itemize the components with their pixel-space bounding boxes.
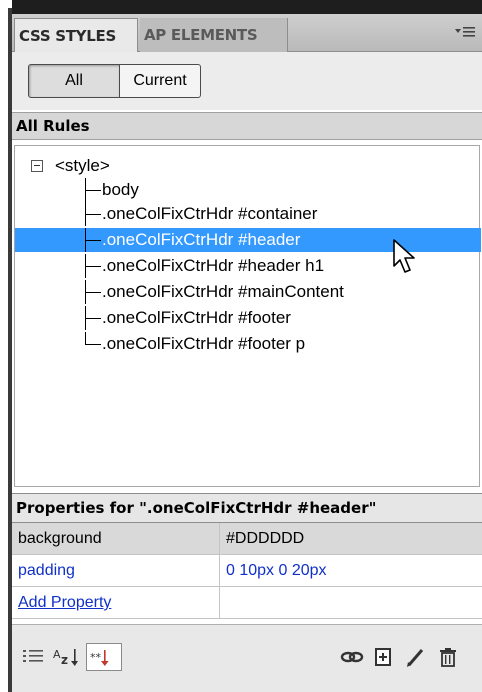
- property-name[interactable]: padding: [12, 555, 220, 586]
- property-row[interactable]: background #DDDDDD: [12, 523, 482, 555]
- rules-tree[interactable]: <style> body .oneColFixCtrHdr #container…: [14, 145, 481, 487]
- collapse-icon[interactable]: [31, 160, 43, 172]
- tree-branch-line: [85, 306, 101, 330]
- rule-label: .oneColFixCtrHdr #header h1: [102, 256, 325, 275]
- tab-css-styles[interactable]: CSS STYLES: [14, 18, 138, 52]
- delete-css-rule-icon[interactable]: [434, 643, 462, 671]
- property-value[interactable]: #DDDDDD: [220, 523, 482, 554]
- property-name[interactable]: background: [12, 523, 220, 554]
- all-rules-header: All Rules: [12, 112, 482, 140]
- rule-label: body: [102, 180, 139, 199]
- rule-label: .oneColFixCtrHdr #footer: [102, 308, 291, 327]
- tree-branch-line: [85, 178, 101, 202]
- new-css-rule-icon[interactable]: [370, 643, 398, 671]
- alphabetical-view-icon[interactable]: A z: [52, 643, 84, 671]
- bottom-toolbar: A z **: [12, 624, 482, 692]
- property-row[interactable]: Add Property: [12, 587, 482, 619]
- property-value-empty: [220, 587, 482, 618]
- tree-rule-row[interactable]: .oneColFixCtrHdr #footer p: [15, 332, 481, 356]
- panel-tab-bar: CSS STYLES AP ELEMENTS: [12, 14, 482, 52]
- properties-table: background #DDDDDD padding 0 10px 0 20px…: [12, 523, 482, 619]
- properties-header: Properties for ".oneColFixCtrHdr #header…: [12, 493, 482, 523]
- tree-root-row[interactable]: <style>: [15, 154, 481, 178]
- set-properties-view-icon[interactable]: **: [86, 643, 122, 671]
- rule-label: .oneColFixCtrHdr #header: [102, 230, 301, 249]
- attach-stylesheet-icon[interactable]: [338, 643, 366, 671]
- tree-branch-line: [85, 332, 101, 356]
- tree-rule-row[interactable]: body: [15, 178, 481, 202]
- style-root-label: <style>: [55, 156, 110, 175]
- window-margin: [0, 0, 8, 692]
- edit-style-icon[interactable]: [402, 643, 430, 671]
- tree-branch-line: [85, 280, 101, 304]
- tree-branch-line: [85, 202, 101, 226]
- tree-rule-row[interactable]: .oneColFixCtrHdr #mainContent: [15, 280, 481, 304]
- tree-rule-row[interactable]: .oneColFixCtrHdr #footer: [15, 306, 481, 330]
- mouse-pointer-icon: [392, 238, 418, 276]
- property-value[interactable]: 0 10px 0 20px: [220, 555, 482, 586]
- tab-ap-elements[interactable]: AP ELEMENTS: [140, 18, 288, 52]
- category-view-icon[interactable]: [20, 643, 48, 671]
- property-row[interactable]: padding 0 10px 0 20px: [12, 555, 482, 587]
- tree-rule-row[interactable]: .oneColFixCtrHdr #container: [15, 202, 481, 226]
- rule-label: .oneColFixCtrHdr #footer p: [102, 334, 306, 353]
- tree-branch-line: [85, 254, 101, 278]
- panel-options-icon[interactable]: [454, 24, 476, 40]
- svg-text:z: z: [61, 653, 68, 667]
- rule-label: .oneColFixCtrHdr #container: [102, 204, 318, 223]
- tree-branch-line: [85, 228, 101, 252]
- svg-text:**: **: [90, 651, 102, 664]
- add-property-link[interactable]: Add Property: [12, 587, 220, 618]
- current-toggle-button[interactable]: Current: [119, 64, 201, 98]
- rule-label: .oneColFixCtrHdr #mainContent: [102, 282, 344, 301]
- svg-text:A: A: [53, 648, 61, 661]
- panel-title-bar: [12, 0, 482, 14]
- all-toggle-button[interactable]: All: [28, 64, 120, 98]
- view-toggle-row: All Current: [12, 52, 482, 110]
